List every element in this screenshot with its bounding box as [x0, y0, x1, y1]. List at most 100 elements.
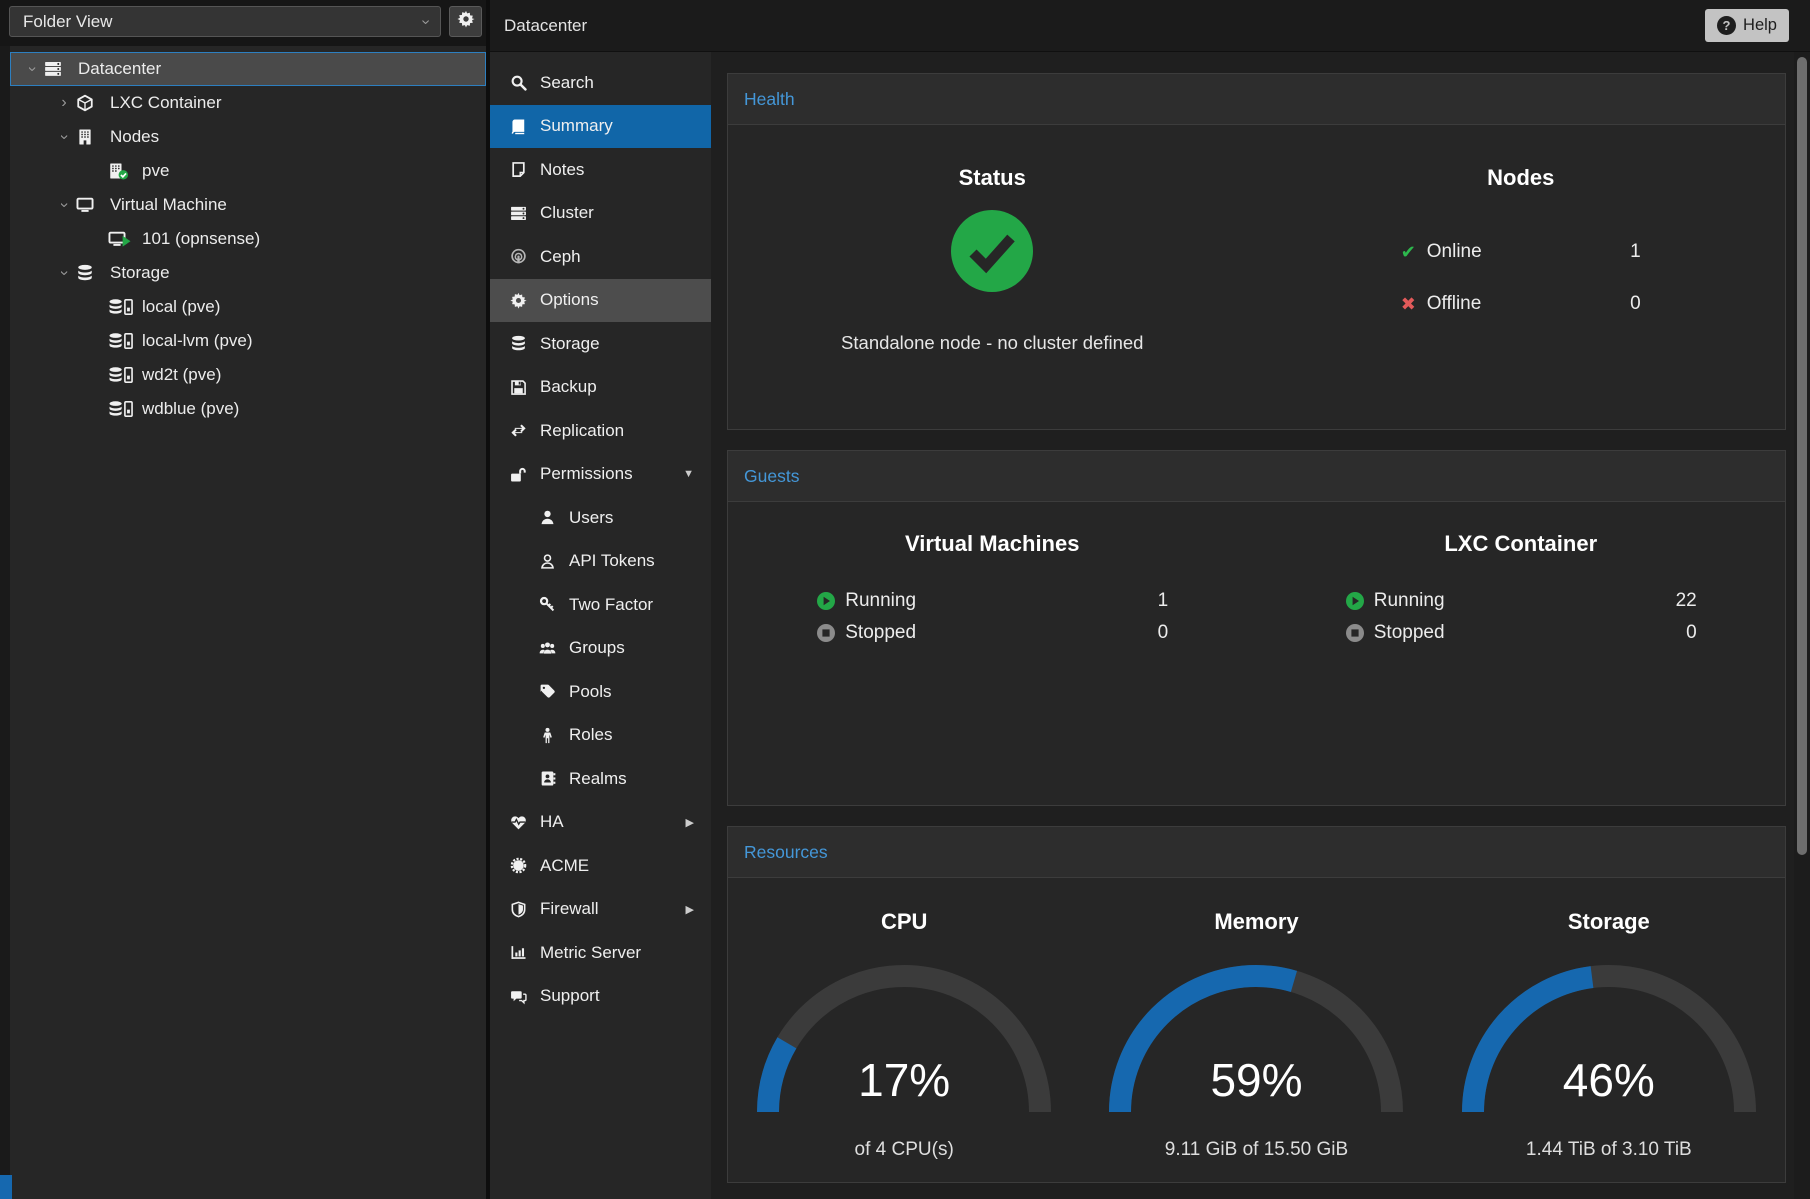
- menu-item-summary[interactable]: Summary: [490, 105, 711, 149]
- vm-running-icon: [108, 230, 134, 248]
- guests-panel-body: Virtual MachinesRunning1Stopped0LXC Cont…: [728, 502, 1785, 805]
- tree-item-label: pve: [142, 161, 169, 181]
- tree-item-lxc-container[interactable]: › LXC Container: [10, 86, 486, 120]
- menu-item-realms[interactable]: Realms: [490, 757, 711, 801]
- menu-item-search[interactable]: Search: [490, 61, 711, 105]
- menu-item-label: Storage: [540, 334, 600, 354]
- arrow-right-icon[interactable]: ▶: [686, 816, 694, 829]
- arrow-right-icon[interactable]: ▶: [686, 903, 694, 916]
- view-selector-dropdown[interactable]: Folder View ›: [9, 6, 441, 37]
- server-icon: [44, 60, 70, 78]
- tag-icon: [537, 683, 557, 701]
- tree-item-label: LXC Container: [110, 93, 222, 113]
- chevron-down-icon[interactable]: ›: [55, 129, 73, 145]
- help-button[interactable]: ? Help: [1705, 9, 1789, 42]
- content-header: Datacenter ? Help: [490, 0, 1810, 52]
- stopped-icon: [1345, 623, 1365, 643]
- menu-item-two-factor[interactable]: Two Factor: [490, 583, 711, 627]
- menu-item-pools[interactable]: Pools: [490, 670, 711, 714]
- badge-icon: [508, 857, 528, 875]
- menu-item-ceph[interactable]: Ceph: [490, 235, 711, 279]
- menu-item-firewall[interactable]: Firewall ▶: [490, 888, 711, 932]
- menu-item-storage[interactable]: Storage: [490, 322, 711, 366]
- health-panel-header: Health: [728, 74, 1785, 125]
- guest-status-row-stopped[interactable]: Stopped0: [816, 617, 1168, 649]
- menu-item-label: Firewall: [540, 899, 599, 919]
- guests-panel: Guests Virtual MachinesRunning1Stopped0L…: [727, 450, 1786, 806]
- tree-item-local-lvm-pve[interactable]: local-lvm (pve): [10, 324, 486, 358]
- menu-item-label: Realms: [569, 769, 627, 789]
- guests-column-title: Virtual Machines: [728, 531, 1257, 557]
- menu-item-support[interactable]: Support: [490, 975, 711, 1019]
- menu-item-ha[interactable]: HA▶: [490, 801, 711, 845]
- menu-item-groups[interactable]: Groups: [490, 627, 711, 671]
- gear-icon: [508, 291, 528, 309]
- chevron-down-icon[interactable]: ›: [55, 197, 73, 213]
- guest-status-row-running[interactable]: Running1: [816, 585, 1168, 617]
- gauge-title: CPU: [728, 909, 1080, 935]
- tree-item-virtual-machine[interactable]: ›Virtual Machine: [10, 188, 486, 222]
- menu-item-cluster[interactable]: Cluster: [490, 192, 711, 236]
- menu-item-roles[interactable]: Roles: [490, 714, 711, 758]
- check-icon: ✔: [1401, 242, 1427, 263]
- storage-leaf-icon: [108, 400, 134, 418]
- unlock-icon: [508, 465, 528, 483]
- tree-item-nodes[interactable]: ›Nodes: [10, 120, 486, 154]
- menu-item-label: Search: [540, 73, 594, 93]
- stopped-icon: [816, 623, 836, 643]
- menu-item-replication[interactable]: Replication: [490, 409, 711, 453]
- guests-column-virtual-machines: Virtual Machines Running1Stopped0: [728, 502, 1257, 805]
- tree-item-local-pve[interactable]: local (pve): [10, 290, 486, 324]
- health-panel: Health Status Standalone node - no clust…: [727, 73, 1786, 430]
- vertical-scrollbar[interactable]: [1794, 52, 1810, 1199]
- resources-panel: Resources CPU 17%of 4 CPU(s)Memory 59%9.…: [727, 826, 1786, 1183]
- guest-status-value: 22: [1676, 590, 1697, 612]
- gear-icon: [457, 10, 475, 33]
- menu-item-permissions[interactable]: Permissions▼: [490, 453, 711, 497]
- node-status-value: 1: [1630, 241, 1641, 263]
- gauge-title: Storage: [1433, 909, 1785, 935]
- scrollbar-thumb[interactable]: [1797, 57, 1807, 855]
- resource-gauge-memory: Memory 59% 9.11 GiB of 15.50 GiB: [1080, 878, 1432, 1182]
- menu-item-acme[interactable]: ACME: [490, 844, 711, 888]
- chart-icon: [508, 944, 528, 962]
- tree-item-pve[interactable]: pve: [10, 154, 486, 188]
- sidebar-settings-button[interactable]: [449, 6, 482, 37]
- status-message: Standalone node - no cluster defined: [728, 332, 1257, 354]
- menu-item-backup[interactable]: Backup: [490, 366, 711, 410]
- gauge-title: Memory: [1080, 909, 1432, 935]
- gauge-subtitle: 9.11 GiB of 15.50 GiB: [1080, 1139, 1432, 1161]
- tree-item-label: wdblue (pve): [142, 399, 239, 419]
- tree-item-datacenter[interactable]: ›Datacenter: [10, 52, 486, 86]
- menu-item-label: Pools: [569, 682, 612, 702]
- summary-content: Health Status Standalone node - no clust…: [711, 52, 1794, 1199]
- chevron-down-icon[interactable]: ›: [55, 265, 73, 281]
- chevron-down-icon[interactable]: ›: [23, 61, 41, 77]
- guest-status-label: Stopped: [1374, 622, 1445, 644]
- sidebar-edge: [0, 46, 10, 1199]
- menu-item-api-tokens[interactable]: API Tokens: [490, 540, 711, 584]
- guest-status-row-running[interactable]: Running 22: [1345, 585, 1697, 617]
- resources-panel-title: Resources: [744, 842, 828, 863]
- guest-status-row-stopped[interactable]: Stopped 0: [1345, 617, 1697, 649]
- tree-item-101-opnsense[interactable]: 101 (opnsense): [10, 222, 486, 256]
- menu-item-users[interactable]: Users: [490, 496, 711, 540]
- arrow-down-icon[interactable]: ▼: [683, 468, 694, 480]
- role-icon: [537, 726, 557, 744]
- menu-item-label: Backup: [540, 377, 597, 397]
- tree-item-wdblue-pve[interactable]: wdblue (pve): [10, 392, 486, 426]
- tree-item-wd2t-pve[interactable]: wd2t (pve): [10, 358, 486, 392]
- menu-item-notes[interactable]: Notes: [490, 148, 711, 192]
- resource-sidebar: Folder View › ›Datacenter›LXC Container›…: [0, 0, 486, 1199]
- guest-status-label: Running: [1374, 590, 1445, 612]
- menu-item-label: Two Factor: [569, 595, 653, 615]
- menu-item-metric-server[interactable]: Metric Server: [490, 931, 711, 975]
- gauge-percent: 59%: [1106, 1053, 1406, 1107]
- key-icon: [537, 596, 557, 614]
- menu-item-options[interactable]: Options: [490, 279, 711, 323]
- guests-panel-header: Guests: [728, 451, 1785, 502]
- tree-item-label: 101 (opnsense): [142, 229, 260, 249]
- chevron-right-icon[interactable]: ›: [56, 94, 72, 112]
- guest-status-value: 0: [1686, 622, 1697, 644]
- tree-item-storage[interactable]: ›Storage: [10, 256, 486, 290]
